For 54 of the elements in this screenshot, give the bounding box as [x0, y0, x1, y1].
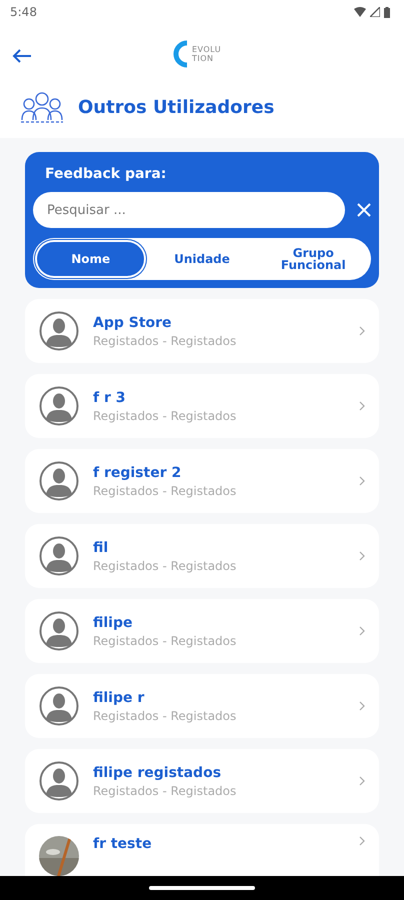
user-group: Registados - Registados [93, 484, 345, 498]
chevron-icon [359, 551, 365, 561]
logo-text: TION [192, 54, 215, 63]
page-title: Outros Utilizadores [78, 96, 274, 118]
card-title: Feedback para: [44, 166, 168, 182]
home-handle[interactable] [149, 886, 255, 890]
people-icon [20, 90, 64, 124]
user-group: Registados - Registados [93, 784, 345, 798]
wifi-icon [354, 7, 366, 17]
user-name: fr teste [93, 836, 153, 852]
close-button[interactable] [357, 203, 371, 217]
status-time: 5:48 [10, 5, 37, 19]
avatar-icon [39, 611, 79, 651]
signal-icon [370, 7, 380, 17]
battery-icon [384, 6, 390, 18]
search-field[interactable]: Pesquisar ... [33, 192, 345, 228]
filter-tab[interactable]: Nome [37, 242, 144, 276]
user-row[interactable]: filipe Registados - Registados [25, 599, 379, 663]
user-name: fil [93, 540, 110, 556]
user-group: Registados - Registados [93, 334, 345, 348]
user-name: f register 2 [93, 464, 182, 480]
avatar-icon [39, 461, 79, 501]
user-row[interactable]: filipe r Registados - Registados [25, 674, 379, 738]
chevron-icon [359, 776, 365, 786]
user-name: App Store [93, 314, 173, 330]
user-group: Registados - Registados [93, 408, 345, 422]
user-group: Registados - Registados [93, 558, 345, 572]
chevron-icon [359, 326, 365, 336]
logo-icon [172, 39, 190, 69]
user-group: Registados - Registados [93, 634, 345, 648]
user-row[interactable]: f register 2 Registados - Registados [25, 449, 379, 513]
avatar-icon [39, 686, 79, 726]
chevron-icon [359, 401, 365, 411]
user-name: f r 3 [93, 390, 126, 406]
chevron-icon [359, 626, 365, 636]
user-name: filipe r [93, 690, 146, 706]
user-group: Registados - Registados [93, 708, 345, 722]
chevron-icon [359, 701, 365, 711]
filter-tab[interactable]: Unidade [148, 242, 256, 276]
chevron-icon [359, 476, 365, 486]
avatar-icon [39, 311, 79, 351]
user-row[interactable]: App Store Registados - Registados [25, 299, 379, 363]
filter-tab[interactable]: Grupo Funcional [260, 242, 367, 276]
avatar-icon [39, 536, 79, 576]
user-name: filipe [93, 614, 134, 630]
logo-text: EVOLU [192, 45, 222, 54]
chevron-icon [359, 836, 365, 846]
user-row[interactable]: fil Registados - Registados [25, 524, 379, 588]
avatar-icon [39, 761, 79, 801]
avatar-icon [39, 386, 79, 426]
user-row[interactable]: f r 3 Registados - Registados [25, 374, 379, 438]
user-name: filipe registados [93, 764, 222, 780]
user-row[interactable]: filipe registados Registados - Registados [25, 749, 379, 813]
user-row[interactable]: fr teste [25, 824, 379, 876]
